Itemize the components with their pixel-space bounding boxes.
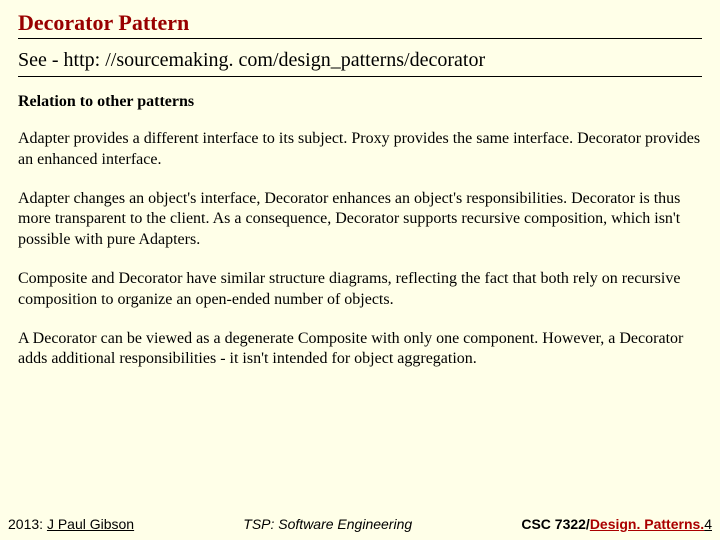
footer-course: CSC 7322/ [521, 516, 589, 532]
paragraph-4: A Decorator can be viewed as a degenerat… [18, 329, 702, 371]
see-line: See - http: //sourcemaking. com/design_p… [18, 49, 702, 77]
footer-page: 4 [704, 516, 712, 532]
slide-title: Decorator Pattern [18, 10, 702, 39]
slide-body: Decorator Pattern See - http: //sourcema… [0, 0, 720, 370]
footer-center: TSP: Software Engineering [243, 516, 412, 532]
footer-left: 2013: J Paul Gibson [8, 516, 134, 532]
see-prefix: See - [18, 49, 64, 71]
paragraph-2: Adapter changes an object's interface, D… [18, 189, 702, 251]
paragraph-3: Composite and Decorator have similar str… [18, 269, 702, 311]
footer-topic: Design. Patterns. [590, 516, 704, 532]
footer-year: 2013: [8, 516, 47, 532]
source-link[interactable]: http: //sourcemaking. com/design_pattern… [64, 49, 486, 71]
section-heading: Relation to other patterns [18, 93, 702, 111]
footer: 2013: J Paul Gibson TSP: Software Engine… [0, 516, 720, 532]
footer-author: J Paul Gibson [47, 516, 134, 532]
footer-right: CSC 7322/Design. Patterns.4 [521, 516, 712, 532]
paragraph-1: Adapter provides a different interface t… [18, 129, 702, 171]
